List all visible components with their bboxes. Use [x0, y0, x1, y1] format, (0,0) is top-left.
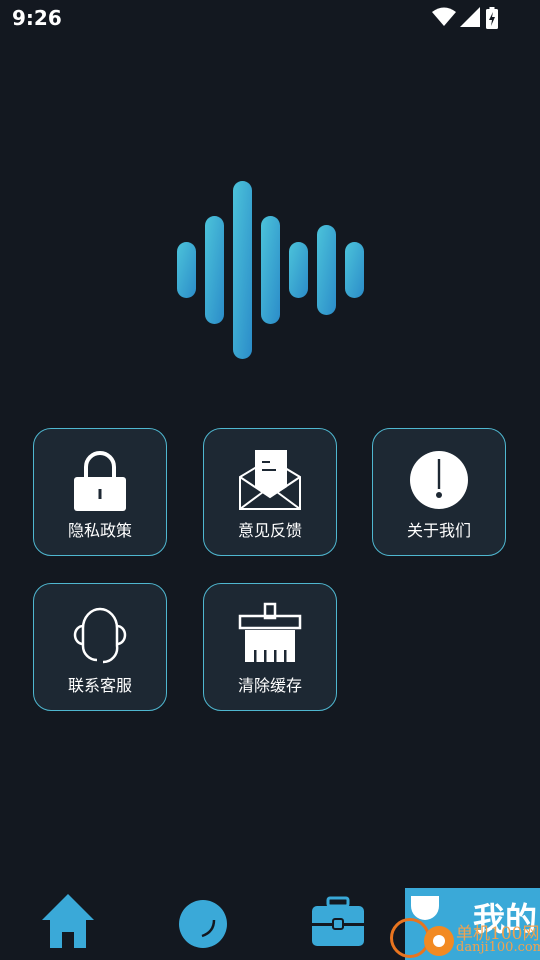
nav-discover[interactable]	[174, 890, 234, 950]
contact-support-label: 联系客服	[67, 676, 132, 695]
home-icon	[42, 894, 94, 948]
signal-icon	[460, 7, 480, 27]
clear-cache-button[interactable]: 清除缓存	[203, 583, 337, 711]
watermark-site-url: danji100.com	[456, 940, 540, 955]
toolbox-icon	[312, 896, 364, 946]
about-us-label: 关于我们	[406, 521, 471, 540]
lock-icon	[74, 451, 126, 511]
feedback-button[interactable]: 意见反馈	[203, 428, 337, 556]
sound-wave-logo	[177, 181, 364, 359]
broom-icon	[238, 602, 302, 662]
feedback-label: 意见反馈	[237, 521, 302, 540]
battery-icon	[486, 7, 498, 29]
about-us-button[interactable]: 关于我们	[372, 428, 506, 556]
contact-support-button[interactable]: 联系客服	[33, 583, 167, 711]
nav-tools[interactable]	[308, 890, 368, 950]
nav-home[interactable]	[38, 890, 98, 950]
wifi-icon	[432, 7, 456, 26]
mine-avatar-icon	[411, 896, 439, 920]
info-icon	[410, 451, 468, 509]
status-bar: 9:26	[0, 0, 540, 36]
mail-icon	[239, 450, 301, 510]
status-icons	[432, 7, 502, 29]
privacy-policy-button[interactable]: 隐私政策	[33, 428, 167, 556]
status-time: 9:26	[12, 6, 62, 30]
watermark-dot-icon	[433, 935, 445, 947]
compass-icon	[179, 900, 227, 948]
headset-icon	[73, 607, 127, 664]
clear-cache-label: 清除缓存	[237, 676, 302, 695]
privacy-policy-label: 隐私政策	[67, 521, 132, 540]
